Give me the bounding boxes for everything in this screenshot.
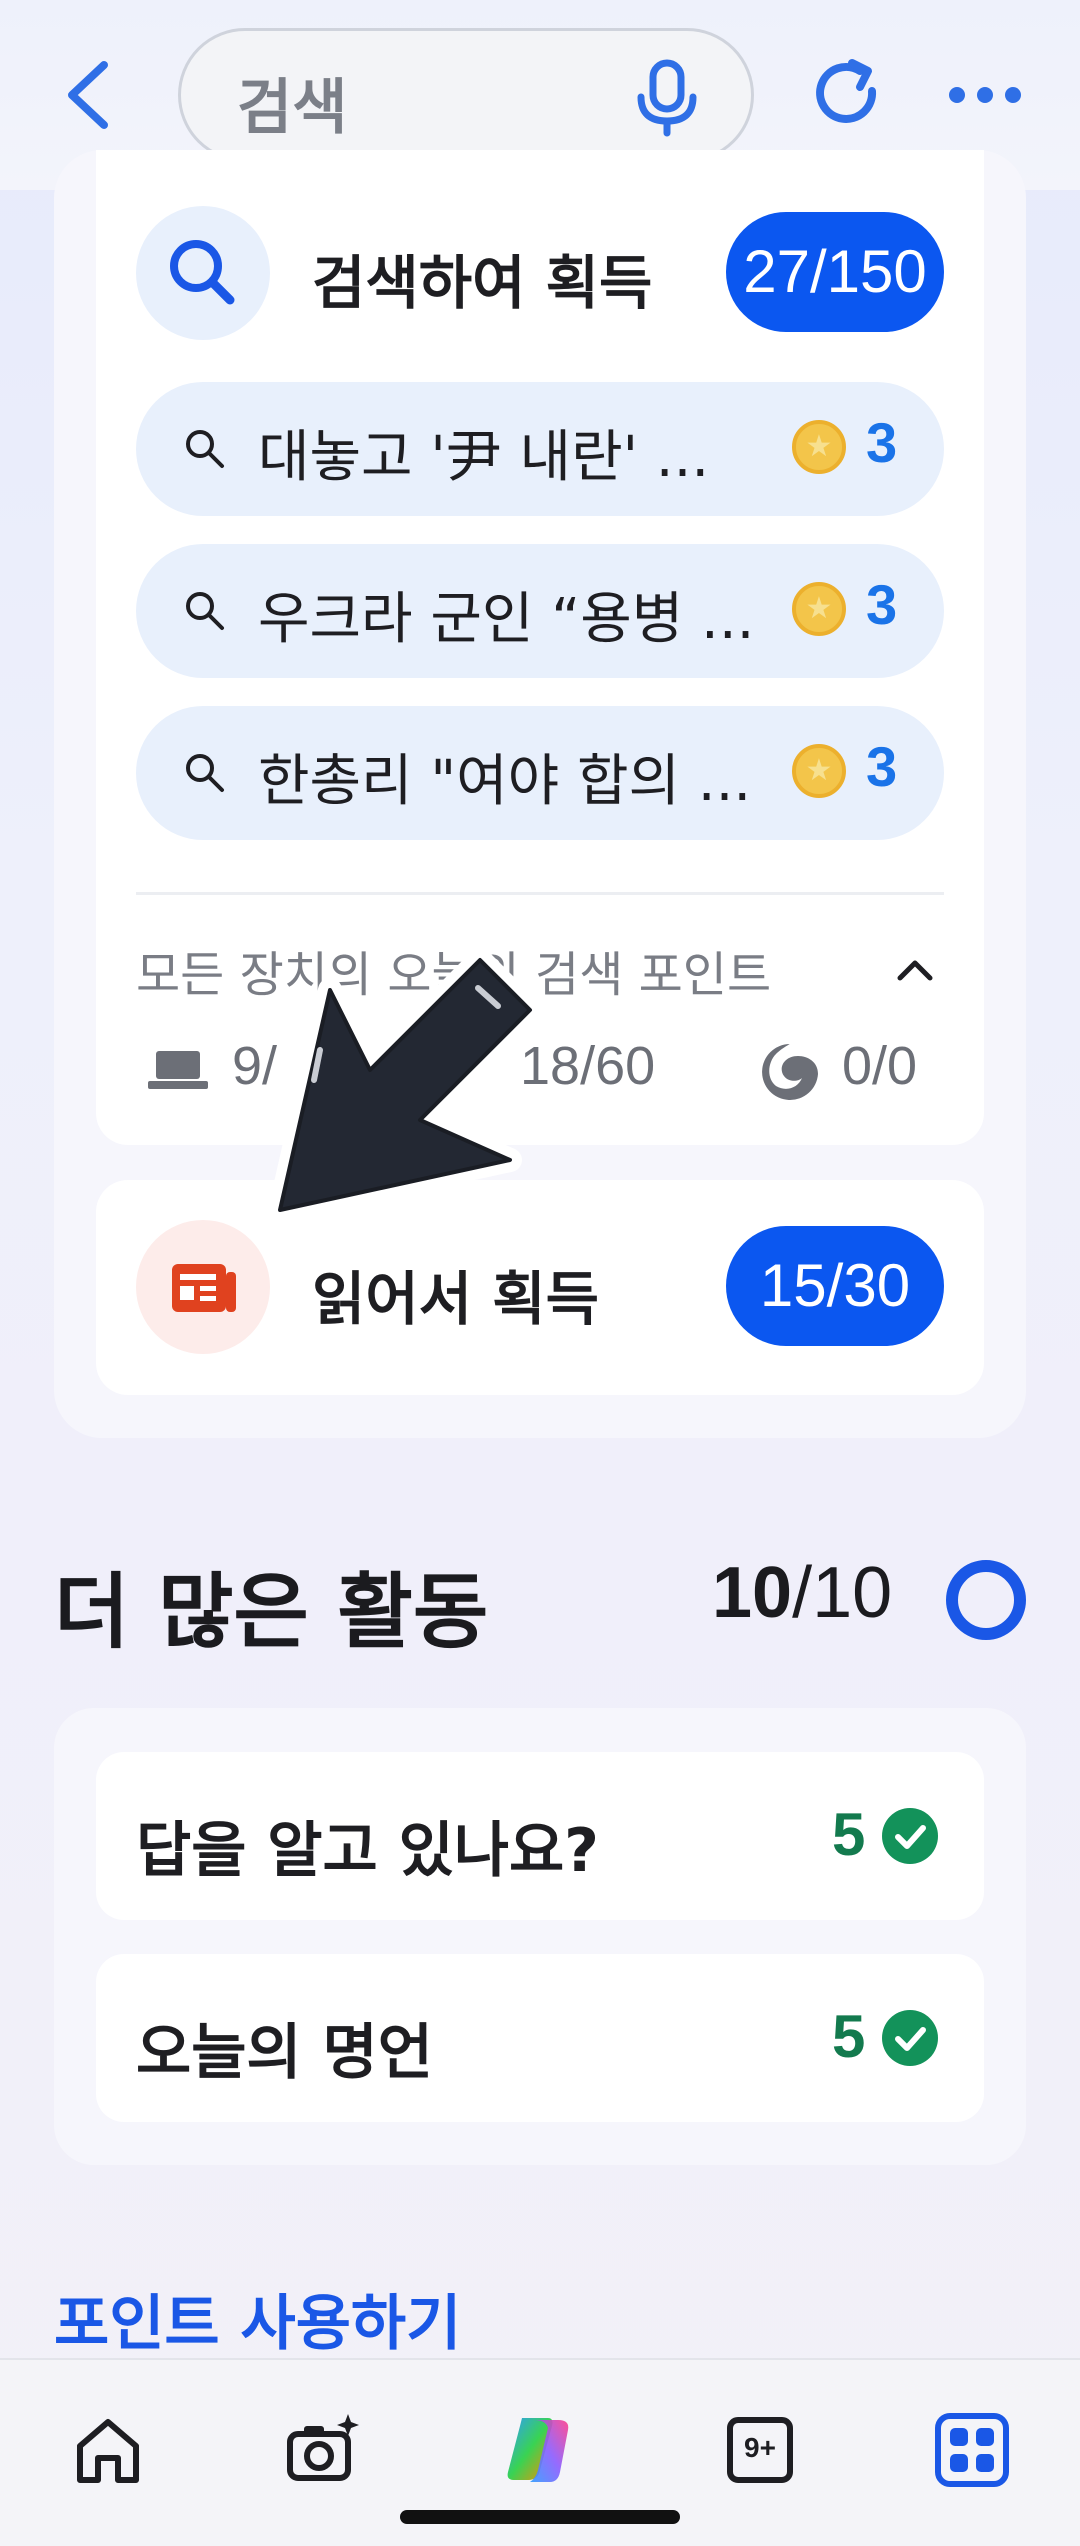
- use-points-link[interactable]: 포인트 사용하기: [54, 2275, 461, 2362]
- activity-points: 5: [832, 2003, 866, 2070]
- search-query: 우크라 군인 “용병 ...: [258, 587, 755, 652]
- activity-label: 오늘의 명언: [136, 2018, 433, 2088]
- search-input[interactable]: 검색: [178, 28, 754, 162]
- microphone-button[interactable]: [627, 57, 707, 137]
- read-earn-title: 읽어서 획득: [312, 1265, 599, 1333]
- collapse-button[interactable]: [890, 950, 940, 990]
- search-item[interactable]: 대놓고 '尹 내란' ... ★ 3: [136, 382, 944, 516]
- refresh-button[interactable]: [808, 55, 888, 135]
- search-item[interactable]: 우크라 군인 “용병 ... ★ 3: [136, 544, 944, 678]
- search-query: 한총리 "여야 합의 ...: [258, 749, 752, 814]
- search-earn-icon-badge: [136, 206, 270, 340]
- search-item-points: 3: [866, 573, 898, 636]
- camera-sparkle-icon[interactable]: [284, 2410, 364, 2490]
- search-item[interactable]: 한총리 "여야 합의 ... ★ 3: [136, 706, 944, 840]
- device-edge-points: 0/0: [842, 1036, 918, 1096]
- activity-item[interactable]: 답을 알고 있나요? 5: [96, 1752, 984, 1920]
- chevron-up-icon: [897, 960, 933, 981]
- back-button[interactable]: [60, 55, 120, 135]
- more-activities-done: 10: [712, 1553, 793, 1633]
- divider: [136, 892, 944, 895]
- activity-label: 답을 알고 있나요?: [136, 1816, 599, 1886]
- activity-item[interactable]: 오늘의 명언 5: [96, 1954, 984, 2122]
- search-icon: [186, 430, 224, 468]
- device-mobile-points: 18/60: [520, 1036, 656, 1096]
- more-activities-total: /10: [792, 1553, 893, 1633]
- search-icon: [186, 754, 224, 792]
- search-earn-progress: 27/150: [726, 212, 944, 332]
- activity-points: 5: [832, 1801, 866, 1868]
- check-circle-icon: [882, 2010, 938, 2066]
- tabs-count-button[interactable]: 9+: [720, 2410, 800, 2490]
- refresh-icon: [816, 59, 877, 123]
- news-icon: [172, 1264, 236, 1312]
- edge-icon: [762, 1044, 818, 1100]
- coin-icon: ★: [792, 744, 846, 798]
- microphone-icon: [637, 59, 697, 137]
- more-activities-title: 더 많은 활동: [54, 1565, 489, 1660]
- progress-ring-icon: [946, 1560, 1026, 1640]
- search-item-points: 3: [866, 411, 898, 474]
- search-query: 대놓고 '尹 내란' ...: [258, 425, 710, 490]
- search-placeholder: 검색: [237, 73, 348, 143]
- more-dots-icon: [949, 87, 1021, 103]
- more-options-button[interactable]: [945, 70, 1025, 120]
- copilot-icon[interactable]: [500, 2410, 580, 2490]
- home-icon[interactable]: [68, 2410, 148, 2490]
- chevron-left-icon: [68, 61, 108, 129]
- coin-icon: ★: [792, 420, 846, 474]
- tabs-count-label: 9+: [744, 2432, 776, 2463]
- search-earn-title: 검색하여 획득: [312, 249, 653, 317]
- search-icon: [170, 240, 235, 305]
- read-earn-icon-badge: [136, 1220, 270, 1354]
- arrow-cursor-icon: [268, 950, 540, 1222]
- search-icon: [186, 592, 224, 630]
- more-activities-progress: 10/10: [712, 1552, 892, 1634]
- search-item-points: 3: [866, 735, 898, 798]
- read-earn-progress: 15/30: [726, 1226, 944, 1346]
- coin-icon: ★: [792, 582, 846, 636]
- home-indicator: [400, 2510, 680, 2524]
- laptop-icon: [148, 1051, 208, 1089]
- check-circle-icon: [882, 1808, 938, 1864]
- apps-grid-icon[interactable]: [932, 2410, 1012, 2490]
